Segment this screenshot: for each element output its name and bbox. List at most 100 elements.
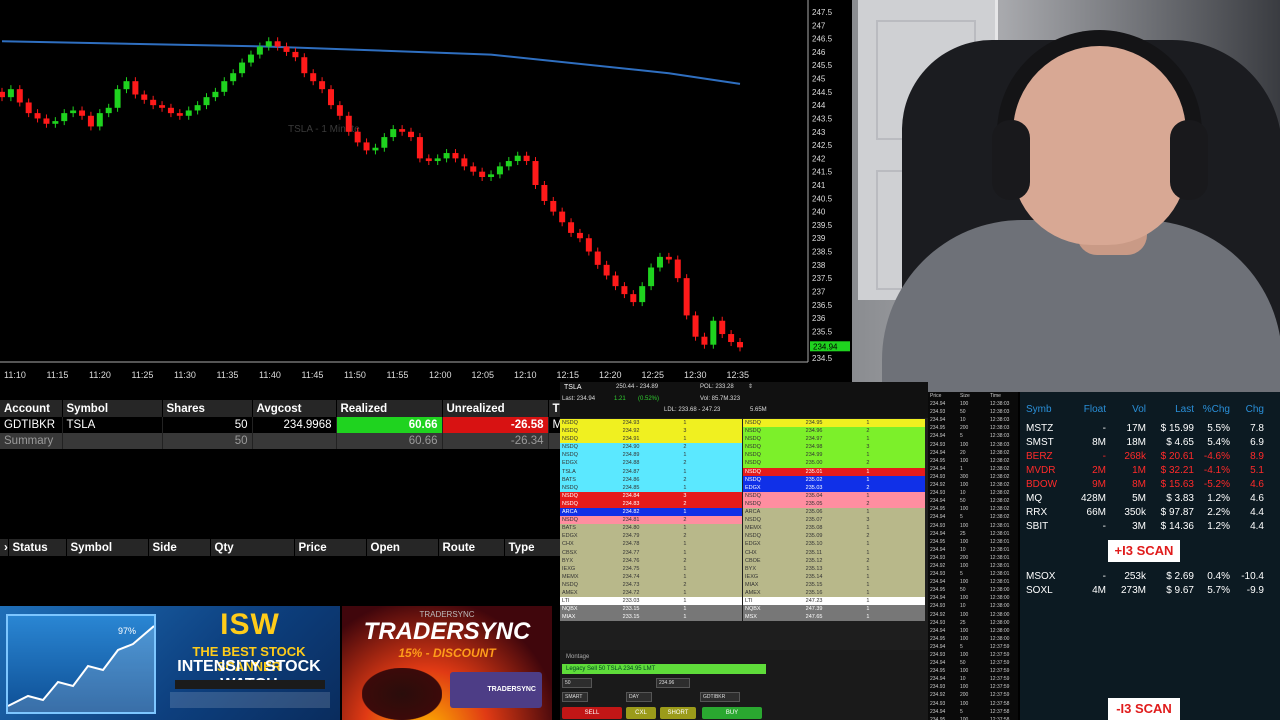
ask-row[interactable]: NSDQ 234.95 1 xyxy=(743,419,925,428)
ask-row[interactable]: CBOE 235.12 2 xyxy=(743,556,925,565)
ask-row[interactable]: NSDQ 234.99 1 xyxy=(743,451,925,460)
ask-row[interactable]: NSDQ 234.96 2 xyxy=(743,427,925,436)
bid-row[interactable]: NSDQ 234.89 1 xyxy=(560,451,742,460)
col-avgcost[interactable]: Avgcost xyxy=(252,400,337,417)
orders-col-symbol[interactable]: Symbol xyxy=(66,539,149,556)
bid-row[interactable]: AMEX 234.72 1 xyxy=(560,588,742,598)
ask-row[interactable]: NSDQ 235.05 2 xyxy=(743,499,925,509)
scanner-col-symb[interactable]: Symb xyxy=(1020,402,1058,422)
scanner-row[interactable]: SOXL 4M 273M $ 9.67 5.7% -9.9 xyxy=(1020,584,1280,598)
ask-row[interactable]: NSDQ 235.00 2 xyxy=(743,459,925,468)
orders-col-qty[interactable]: Qty xyxy=(210,539,295,556)
bid-row[interactable]: CBSX 234.77 1 xyxy=(560,548,742,557)
bid-row[interactable]: EDGX 234.79 2 xyxy=(560,532,742,541)
col-shares[interactable]: Shares xyxy=(162,400,253,417)
bid-row[interactable]: NSDQ 234.92 3 xyxy=(560,427,742,436)
orders-col-open[interactable]: Open xyxy=(366,539,439,556)
col-type[interactable]: T xyxy=(548,400,561,417)
bid-row[interactable]: TSLA 234.87 1 xyxy=(560,467,742,476)
bid-row[interactable]: ARCA 234.82 1 xyxy=(560,508,742,517)
bid-row[interactable]: NSDQ 234.73 2 xyxy=(560,580,742,589)
ask-row[interactable]: EDGX 235.10 1 xyxy=(743,540,925,549)
bid-row[interactable]: BYX 234.76 2 xyxy=(560,556,742,565)
level2-panel[interactable]: TSLA 250.44 - 234.89 POL: 233.28 ⇕ Last:… xyxy=(560,382,928,720)
ask-row[interactable]: MEMX 235.08 1 xyxy=(743,524,925,533)
bid-row[interactable]: MEMX 234.74 1 xyxy=(560,572,742,581)
bid-row[interactable]: MIAX 233.15 1 xyxy=(560,613,742,622)
ask-row[interactable]: LTI 247.23 1 xyxy=(743,597,925,606)
ask-row[interactable]: IEXG 235.14 1 xyxy=(743,572,925,581)
col-symbol[interactable]: Symbol xyxy=(62,400,163,417)
scanner-row[interactable]: SBIT - 3M $ 14.36 1.2% 4.4 xyxy=(1020,520,1280,534)
bid-row[interactable]: NSDQ 234.90 2 xyxy=(560,443,742,452)
montage-cxl-button[interactable]: CXL xyxy=(626,707,656,719)
orders-col-arrow[interactable]: › xyxy=(0,539,9,556)
bid-row[interactable]: BATS 234.86 2 xyxy=(560,475,742,484)
bid-row[interactable]: BATS 234.80 1 xyxy=(560,524,742,533)
ask-row[interactable]: EDGX 235.03 2 xyxy=(743,483,925,492)
orders-col-type[interactable]: Type xyxy=(504,539,561,556)
montage-tif-select[interactable]: DAY xyxy=(626,692,652,702)
col-realized[interactable]: Realized xyxy=(336,400,443,417)
orders-col-route[interactable]: Route xyxy=(438,539,505,556)
scanner-row[interactable]: MSOX - 253k $ 2.69 0.4% -10.4 xyxy=(1020,570,1280,584)
scanner-row[interactable]: SMST 8M 18M $ 4.65 5.4% 6.9 xyxy=(1020,436,1280,450)
tradersync-ad-banner[interactable]: TRADERSYNC TRADERSYNC 15% - DISCOUNT TRA… xyxy=(342,606,552,720)
bid-row[interactable]: CHX 234.78 1 xyxy=(560,540,742,549)
orders-col-side[interactable]: Side xyxy=(148,539,211,556)
bid-row[interactable]: LTI 233.03 1 xyxy=(560,597,742,606)
bid-row[interactable]: NSDQ 234.81 2 xyxy=(560,516,742,525)
ask-row[interactable]: BYX 235.13 1 xyxy=(743,564,925,573)
bid-row[interactable]: NSDQ 234.85 1 xyxy=(560,483,742,492)
position-row[interactable]: GDTIBKR TSLA 50 234.9968 60.66 -26.58 M xyxy=(0,417,561,433)
ask-row[interactable]: AMEX 235.16 1 xyxy=(743,588,925,598)
bid-row[interactable]: EDGX 234.88 2 xyxy=(560,459,742,468)
montage-buy-button[interactable]: BUY xyxy=(702,707,762,719)
price-chart[interactable]: TSLA - 1 Minute 247.5 247 246.5 246 245.5 245 2… xyxy=(0,0,852,385)
scanner-col-last[interactable]: Last xyxy=(1148,402,1196,422)
ask-row[interactable]: NSDQ 235.01 1 xyxy=(743,467,925,476)
ask-row[interactable]: NSDQ 235.09 2 xyxy=(743,532,925,541)
orders-col-status[interactable]: Status xyxy=(8,539,67,556)
ask-row[interactable]: ARCA 235.06 1 xyxy=(743,508,925,517)
ask-row[interactable]: NSDQ 235.07 3 xyxy=(743,516,925,525)
ask-row[interactable]: NSDQ 234.97 1 xyxy=(743,435,925,444)
scanner-col-float[interactable]: Float xyxy=(1058,402,1108,422)
bid-row[interactable]: NSDQ 234.93 1 xyxy=(560,419,742,428)
scanner-col-vol[interactable]: Vol xyxy=(1108,402,1148,422)
montage-short-button[interactable]: SHORT xyxy=(660,707,696,719)
ask-row[interactable]: NSDQ 234.98 3 xyxy=(743,443,925,452)
tns-header-cell[interactable]: Size xyxy=(958,392,988,400)
montage-route-select[interactable]: SMART xyxy=(562,692,588,702)
scanner-col-pctchg[interactable]: %Chg xyxy=(1196,402,1232,422)
bid-row[interactable]: NSDQ 234.91 1 xyxy=(560,435,742,444)
col-unrealized[interactable]: Unrealized xyxy=(442,400,549,417)
stock-scanner-panel[interactable]: Symb Float Vol Last %Chg Chg MSTZ - 17M $ 1… xyxy=(1020,392,1280,720)
bid-row[interactable]: NQBX 233.15 1 xyxy=(560,605,742,614)
scanner-row[interactable]: BDOW 9M 8M $ 15.63 -5.2% 4.6 xyxy=(1020,478,1280,492)
ask-row[interactable]: NQBX 247.39 1 xyxy=(743,605,925,614)
ask-row[interactable]: CHX 235.11 1 xyxy=(743,548,925,557)
scanner-row[interactable]: RRX 66M 350k $ 97.87 2.2% 4.4 xyxy=(1020,506,1280,520)
montage-price-input[interactable]: 234.96 xyxy=(656,678,690,688)
ask-row[interactable]: MSX 247.65 1 xyxy=(743,613,925,622)
col-account[interactable]: Account xyxy=(0,400,63,417)
ask-row[interactable]: NSDQ 235.04 1 xyxy=(743,491,925,500)
l2-symbol[interactable]: TSLA xyxy=(564,384,582,391)
montage-sell-button[interactable]: SELL xyxy=(562,707,622,719)
bid-row[interactable]: NSDQ 234.84 3 xyxy=(560,491,742,500)
scanner-row[interactable]: MSTZ - 17M $ 15.99 5.5% 7.8 xyxy=(1020,422,1280,436)
scanner-col-chg[interactable]: Chg xyxy=(1232,402,1266,422)
time-and-sales-panel[interactable]: Price Size Time 234.94 100 12:38:03 234.93 50 12… xyxy=(928,392,1018,720)
tns-header-cell[interactable]: Price xyxy=(928,392,958,400)
bid-row[interactable]: NSDQ 234.83 2 xyxy=(560,499,742,509)
montage-qty-input[interactable]: 50 xyxy=(562,678,592,688)
chart-canvas[interactable]: TSLA - 1 Minute247.5247246.5246245.52452… xyxy=(0,0,852,385)
ask-row[interactable]: NSDQ 235.02 1 xyxy=(743,475,925,484)
scanner-row[interactable]: BERZ - 268k $ 20.61 -4.6% 8.9 xyxy=(1020,450,1280,464)
ask-row[interactable]: MIAX 235.15 1 xyxy=(743,580,925,589)
bid-row[interactable]: IEXG 234.75 1 xyxy=(560,564,742,573)
orders-col-price[interactable]: Price xyxy=(294,539,367,556)
montage-account-select[interactable]: GDTIBKR xyxy=(700,692,740,702)
tns-header-cell[interactable]: Time xyxy=(988,392,1018,400)
